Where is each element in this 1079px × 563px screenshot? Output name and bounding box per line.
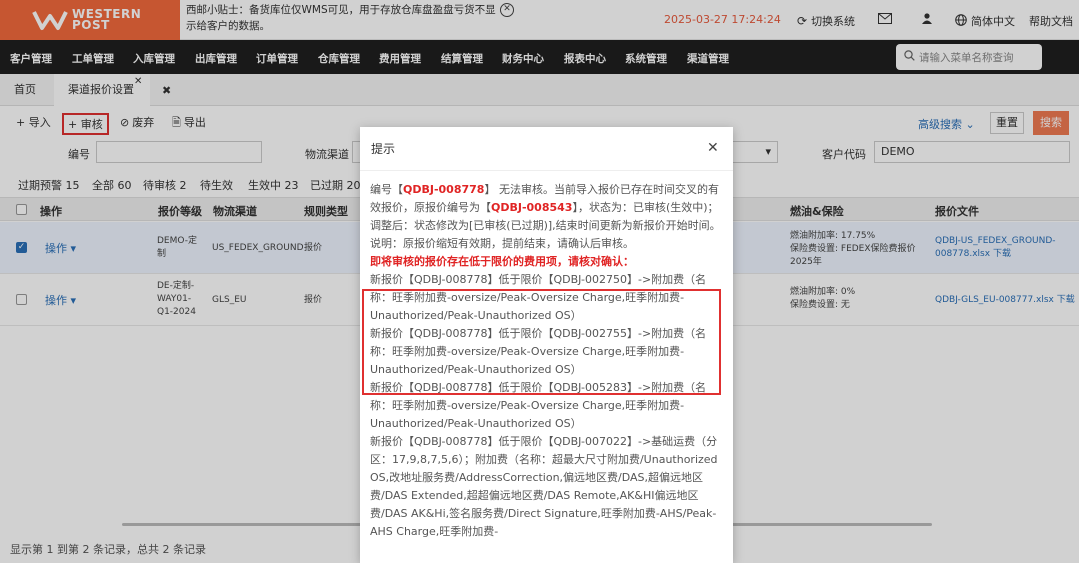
highlight-box (362, 289, 721, 395)
modal-item: 新报价【QDBJ-008778】低于限价【QDBJ-007022】->基础运费（… (370, 435, 718, 538)
modal-warning: 即将审核的报价存在低于限价的费用项，请核对确认： (370, 255, 634, 268)
modal-header: 提示 ✕ (360, 127, 733, 171)
modal-title: 提示 (371, 142, 396, 156)
close-icon[interactable]: ✕ (707, 140, 719, 156)
modal-message: 编号【QDBJ-008778】 无法审核。当前导入报价已存在时间交叉的有效报价，… (370, 183, 721, 250)
